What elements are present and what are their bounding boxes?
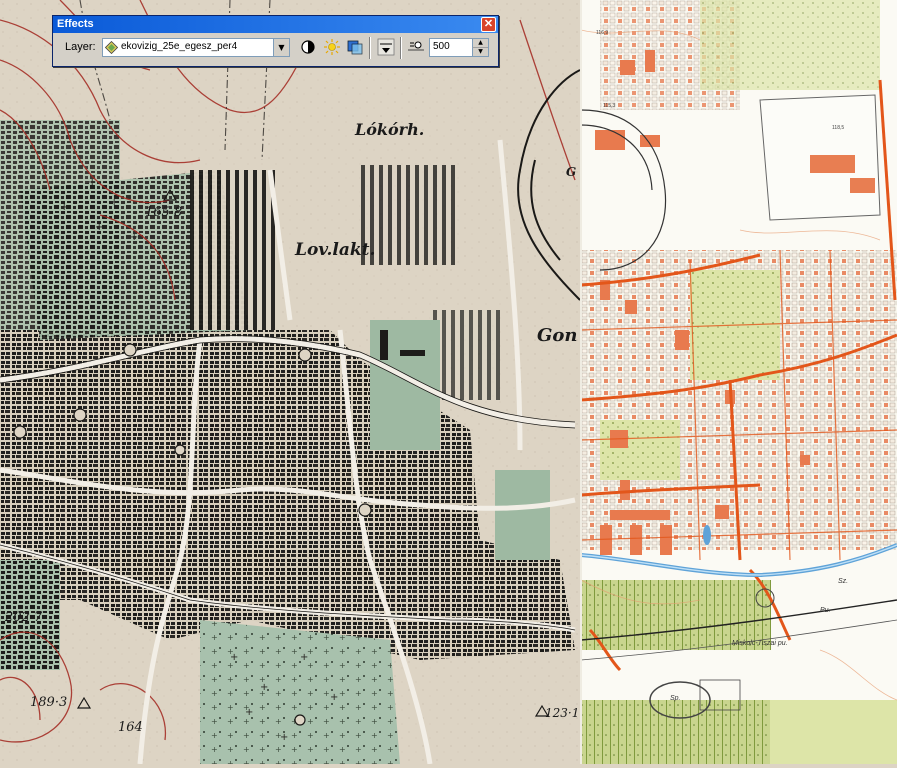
- effects-titlebar[interactable]: Effects ✕: [53, 16, 498, 33]
- svg-text:+: +: [95, 222, 103, 233]
- brightness-icon[interactable]: [323, 38, 341, 56]
- svg-text:+: +: [60, 202, 68, 213]
- swipe-icon[interactable]: [377, 38, 395, 56]
- svg-text:+: +: [130, 232, 138, 243]
- label-elev-164: 164: [118, 720, 143, 735]
- map-canvas[interactable]: + + + + + + + + + + +: [0, 0, 897, 764]
- effects-window[interactable]: Effects ✕ Layer: ekovizig_25e_egesz_per4…: [52, 15, 499, 67]
- svg-text:+: +: [300, 652, 308, 663]
- label-k2: 115,3: [603, 103, 616, 109]
- label-elev-202: 202·7: [5, 610, 43, 625]
- layer-select[interactable]: ekovizig_25e_egesz_per4 ▼: [102, 38, 290, 57]
- svg-text:+: +: [330, 692, 338, 703]
- window-title: Effects: [57, 18, 94, 30]
- new-map-layer: [581, 0, 897, 764]
- label-sp: Sp.: [670, 695, 681, 702]
- svg-text:+: +: [88, 177, 96, 188]
- label-station: Miskolc-Tiszai pu.: [732, 640, 788, 647]
- label-gon: Gon: [537, 325, 578, 346]
- svg-text:+: +: [230, 652, 238, 663]
- label-lokorh: Lókórh.: [355, 120, 425, 139]
- contrast-icon[interactable]: [299, 38, 317, 56]
- flicker-rate-stepper[interactable]: 500 ▲ ▼: [429, 38, 489, 57]
- toolbar-separator: [400, 37, 402, 59]
- flicker-rate-value[interactable]: 500: [433, 41, 450, 52]
- spin-down-button[interactable]: ▼: [472, 48, 488, 56]
- layer-select-value: ekovizig_25e_egesz_per4: [121, 41, 238, 52]
- map-svg[interactable]: +++ ++ +++ +++: [0, 0, 897, 764]
- svg-text:+: +: [260, 682, 268, 693]
- label-lovlakt: Lov.lakt.: [295, 240, 376, 260]
- svg-text:+: +: [245, 707, 253, 718]
- svg-text:+: +: [280, 732, 288, 743]
- label-pu: Pu.: [820, 607, 831, 614]
- label-elev-165: 165·8: [145, 205, 183, 220]
- transparency-icon[interactable]: [346, 38, 364, 56]
- layer-label: Layer:: [65, 41, 96, 53]
- label-k1: 116,9: [596, 30, 609, 36]
- spin-up-button[interactable]: ▲: [472, 39, 488, 48]
- raster-layer-icon: [105, 41, 118, 54]
- label-k3: 118,5: [832, 125, 845, 131]
- close-button[interactable]: ✕: [481, 17, 496, 32]
- toolbar-separator: [369, 37, 371, 59]
- flicker-icon[interactable]: [407, 38, 425, 56]
- chevron-down-icon[interactable]: ▼: [273, 39, 289, 56]
- label-elev-123: 123·1: [545, 706, 580, 720]
- svg-text:+: +: [110, 197, 118, 208]
- label-sz: Sz.: [838, 578, 849, 585]
- label-g: G: [566, 165, 577, 179]
- effects-toolbar: Layer: ekovizig_25e_egesz_per4 ▼ 500 ▲ ▼: [53, 37, 498, 59]
- label-elev-189: 189·3: [30, 695, 68, 710]
- old-map-layer: + + + + + + + + + + +: [0, 0, 581, 764]
